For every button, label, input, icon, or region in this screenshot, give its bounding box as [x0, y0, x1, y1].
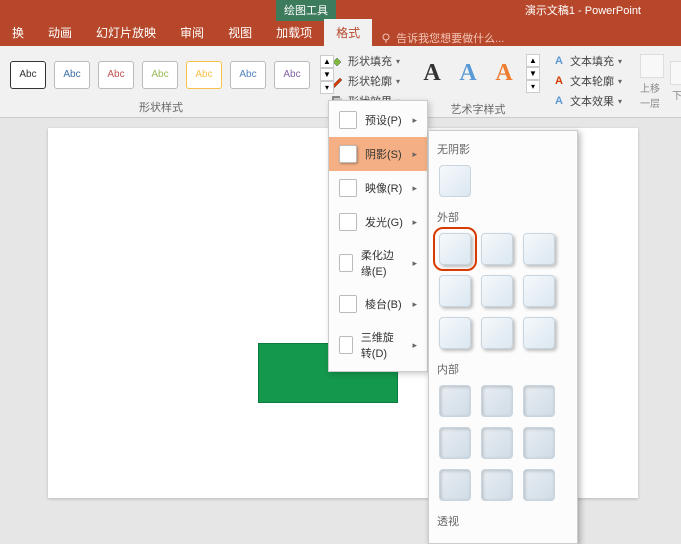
glow-icon: [339, 213, 357, 231]
inner-shadow-label: 内部: [437, 357, 569, 381]
soft-edges-icon: [339, 254, 353, 272]
bring-forward-button[interactable]: 上移一层: [640, 54, 664, 110]
fx-soft-edges[interactable]: 柔化边缘(E)▸: [329, 239, 427, 287]
shadow-inner-7[interactable]: [439, 469, 471, 501]
shadow-outer-5[interactable]: [481, 275, 513, 307]
shape-style-3[interactable]: Abc: [98, 61, 134, 89]
bulb-icon: [380, 32, 392, 44]
shape-styles-group-label: 形状样式: [0, 99, 322, 117]
wordart-style-3[interactable]: A: [488, 56, 520, 92]
text-fill-icon: A: [552, 54, 566, 68]
shadow-inner-3[interactable]: [523, 385, 555, 417]
shadow-inner-8[interactable]: [481, 469, 513, 501]
wordart-group-label: 艺术字样式: [412, 101, 544, 119]
preset-icon: [339, 111, 357, 129]
drawing-tools-tab: 绘图工具: [276, 0, 336, 21]
tab-view[interactable]: 视图: [216, 19, 264, 46]
shadow-outer-8[interactable]: [481, 317, 513, 349]
wa-gallery-down[interactable]: ▼: [526, 67, 540, 80]
text-outline-icon: A: [552, 74, 566, 88]
fx-glow[interactable]: 发光(G)▸: [329, 205, 427, 239]
shape-style-2[interactable]: Abc: [54, 61, 90, 89]
shadow-inner-6[interactable]: [523, 427, 555, 459]
tab-format[interactable]: 格式: [324, 19, 372, 46]
fx-shadow[interactable]: 阴影(S)▸: [329, 137, 427, 171]
tab-slideshow[interactable]: 幻灯片放映: [84, 19, 168, 46]
wa-gallery-more[interactable]: ▾: [526, 80, 540, 93]
text-effects-button[interactable]: A 文本效果▾: [548, 92, 626, 110]
ribbon-tabs: 换 动画 幻灯片放映 审阅 视图 加载项 格式 告诉我您想要做什么...: [0, 20, 681, 46]
tab-addins[interactable]: 加载项: [264, 19, 324, 46]
shadow-outer-6[interactable]: [523, 275, 555, 307]
tab-transitions[interactable]: 换: [0, 19, 36, 46]
shape-style-6[interactable]: Abc: [230, 61, 266, 89]
shadow-outer-4[interactable]: [439, 275, 471, 307]
shadow-outer-3[interactable]: [523, 233, 555, 265]
perspective-shadow-label: 透视: [437, 509, 569, 533]
text-fill-button[interactable]: A 文本填充▾: [548, 52, 626, 70]
bevel-icon: [339, 295, 357, 313]
shape-style-5[interactable]: Abc: [186, 61, 222, 89]
gallery-up-button[interactable]: ▲: [320, 55, 334, 68]
shadow-outer-2[interactable]: [481, 233, 513, 265]
shadow-outer-9[interactable]: [523, 317, 555, 349]
shadow-none[interactable]: [439, 165, 471, 197]
tab-animations[interactable]: 动画: [36, 19, 84, 46]
shadow-inner-2[interactable]: [481, 385, 513, 417]
shadow-inner-9[interactable]: [523, 469, 555, 501]
tab-review[interactable]: 审阅: [168, 19, 216, 46]
send-backward-button[interactable]: 下移: [670, 61, 681, 102]
gallery-more-button[interactable]: ▾: [320, 81, 334, 94]
send-backward-icon: [670, 61, 681, 85]
no-shadow-label: 无阴影: [437, 137, 569, 161]
reflection-icon: [339, 179, 357, 197]
text-outline-button[interactable]: A 文本轮廓▾: [548, 72, 626, 90]
fx-reflection[interactable]: 映像(R)▸: [329, 171, 427, 205]
wordart-style-2[interactable]: A: [452, 56, 484, 92]
gallery-down-button[interactable]: ▼: [320, 68, 334, 81]
fx-preset[interactable]: 预设(P)▸: [329, 103, 427, 137]
shadow-inner-4[interactable]: [439, 427, 471, 459]
fx-3d-rotation[interactable]: 三维旋转(D)▸: [329, 321, 427, 369]
text-effects-icon: A: [552, 94, 566, 108]
shadow-inner-5[interactable]: [481, 427, 513, 459]
shadow-gallery-panel: 无阴影 外部 内部: [428, 130, 578, 544]
shape-effects-menu: 预设(P)▸ 阴影(S)▸ 映像(R)▸ 发光(G)▸ 柔化边缘(E)▸ 棱台(…: [328, 100, 428, 372]
wa-gallery-up[interactable]: ▲: [526, 54, 540, 67]
wordart-gallery: A A A ▲ ▼ ▾: [412, 46, 544, 101]
shape-style-1[interactable]: Abc: [10, 61, 46, 89]
tell-me-search[interactable]: 告诉我您想要做什么...: [372, 30, 512, 46]
outer-shadow-label: 外部: [437, 205, 569, 229]
rotation-3d-icon: [339, 336, 353, 354]
shadow-outer-7[interactable]: [439, 317, 471, 349]
shape-styles-gallery: Abc Abc Abc Abc Abc Abc Abc ▲ ▼ ▾: [0, 47, 338, 98]
bring-forward-icon: [640, 54, 664, 78]
shadow-inner-1[interactable]: [439, 385, 471, 417]
tell-me-label: 告诉我您想要做什么...: [396, 30, 504, 46]
arrange-group: 上移一层 下移: [634, 46, 681, 117]
shape-style-4[interactable]: Abc: [142, 61, 178, 89]
text-options: A 文本填充▾ A 文本轮廓▾ A 文本效果▾: [544, 46, 630, 117]
shape-style-7[interactable]: Abc: [274, 61, 310, 89]
fx-bevel[interactable]: 棱台(B)▸: [329, 287, 427, 321]
shadow-outer-1[interactable]: [439, 233, 471, 265]
shadow-icon: [339, 145, 357, 163]
document-title: 演示文稿1 - PowerPoint: [525, 2, 641, 18]
wordart-style-1[interactable]: A: [416, 56, 448, 92]
